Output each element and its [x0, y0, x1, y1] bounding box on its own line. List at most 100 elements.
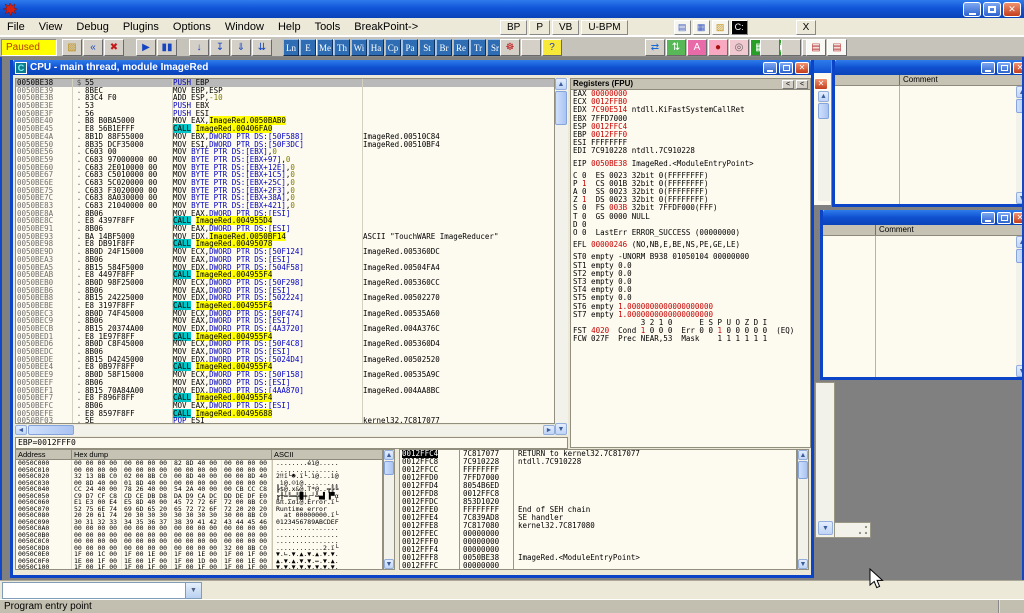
stack-row[interactable]: 0012FFD48054B6ED: [400, 482, 796, 490]
scroll-up-button[interactable]: ▲: [384, 450, 394, 460]
stack-row[interactable]: 0012FFEC00000000: [400, 530, 796, 538]
scroll-down-button[interactable]: ▼: [1016, 365, 1024, 377]
plugin-button-vb[interactable]: VB: [552, 20, 579, 35]
step-into-button[interactable]: ↓: [189, 39, 209, 56]
register-line[interactable]: O 0 LastErr ERROR_SUCCESS (00000000): [571, 229, 810, 237]
register-line[interactable]: FCW 027F Prec NEAR,53 Mask 1 1 1 1 1 1: [571, 335, 810, 343]
plugin-button-bp[interactable]: BP: [500, 20, 527, 35]
updown-arrows-button[interactable]: ⇅: [666, 39, 686, 56]
scroll-thumb[interactable]: [28, 425, 74, 435]
minimize-button[interactable]: [763, 62, 777, 74]
assembler-button[interactable]: A: [687, 39, 707, 56]
options-gear-button[interactable]: ☸: [500, 39, 520, 56]
command-input[interactable]: [3, 583, 185, 598]
scroll-up-button[interactable]: ▲: [1016, 236, 1024, 248]
scroll-up-button[interactable]: ▲: [818, 91, 829, 102]
blank-button[interactable]: [781, 39, 801, 56]
record-button[interactable]: ●: [708, 39, 728, 56]
close-button[interactable]: ✕: [795, 62, 809, 74]
restart-button[interactable]: «: [83, 39, 103, 56]
pane-button-cp[interactable]: Cp: [385, 39, 401, 56]
notes-icon[interactable]: ▤: [674, 20, 691, 35]
scroll-thumb[interactable]: [1016, 99, 1024, 113]
maximize-button[interactable]: [779, 62, 793, 74]
list-doc-button[interactable]: ▤: [827, 39, 847, 56]
pane-button-tr[interactable]: Tr: [470, 39, 486, 56]
spiral-button[interactable]: ◎: [729, 39, 749, 56]
menu-item-tools[interactable]: Tools: [308, 20, 348, 34]
register-line[interactable]: EFL 00000246 (NO,NB,E,BE,NS,PE,GE,LE): [571, 241, 810, 249]
comment-pane[interactable]: [823, 236, 1016, 377]
disasm-row[interactable]: 0050BE3E.53PUSH EBX: [16, 102, 554, 110]
pause-button[interactable]: ▮▮: [157, 39, 177, 56]
minimize-button[interactable]: [963, 2, 981, 17]
resize-grip[interactable]: [857, 524, 869, 536]
pane-button-br[interactable]: Br: [436, 39, 452, 56]
close-button[interactable]: ✕: [1013, 212, 1024, 224]
comment-pane[interactable]: [835, 86, 1016, 204]
stack-row[interactable]: 0012FFE0FFFFFFFFEnd of SEH chain: [400, 506, 796, 514]
pane-button-ln[interactable]: Ln: [283, 39, 299, 56]
folder-icon[interactable]: ▨: [712, 20, 729, 35]
swap-arrows-button[interactable]: ⇄: [645, 39, 665, 56]
appearance-button[interactable]: [521, 39, 541, 56]
help-button[interactable]: ?: [542, 39, 562, 56]
plugin-button-p[interactable]: P: [529, 20, 550, 35]
animate-over-button[interactable]: ⇊: [252, 39, 272, 56]
comment-window-middle-titlebar[interactable]: ✕: [823, 210, 1024, 225]
menu-item-plugins[interactable]: Plugins: [116, 20, 166, 34]
register-line[interactable]: EDI 7C910228 ntdll.7C910228: [571, 147, 810, 155]
register-line[interactable]: EIP 0050BE38 ImageRed.<ModuleEntryPoint>: [571, 160, 810, 168]
scroll-down-button[interactable]: ▼: [798, 559, 808, 569]
scroll-down-button[interactable]: ▼: [555, 423, 567, 435]
pane-button-me[interactable]: Me: [317, 39, 333, 56]
plugin-close-button[interactable]: X: [796, 20, 817, 35]
stack-row[interactable]: 0012FFF80050BE38ImageRed.<ModuleEntryPoi…: [400, 554, 796, 562]
menu-item-options[interactable]: Options: [166, 20, 218, 34]
pane-button-re[interactable]: Re: [453, 39, 469, 56]
scroll-left-button[interactable]: ◄: [15, 425, 27, 435]
pane-button-st[interactable]: St: [419, 39, 435, 56]
scroll-up-button[interactable]: ▲: [798, 450, 808, 460]
step-over-button[interactable]: ↧: [210, 39, 230, 56]
pane-button-pa[interactable]: Pa: [402, 39, 418, 56]
disasm-row[interactable]: 0050BE3B.83C4 F0ADD ESP,-10: [16, 94, 554, 102]
cpu-titlebar[interactable]: C CPU - main thread, module ImageRed ✕: [13, 60, 811, 75]
menu-item-help[interactable]: Help: [271, 20, 308, 34]
stack-row[interactable]: 0012FFF000000000: [400, 538, 796, 546]
menu-item-breakpoint[interactable]: BreakPoint->: [347, 20, 425, 34]
scroll-up-button[interactable]: ▲: [555, 78, 567, 90]
struct-doc-button[interactable]: ▤: [806, 39, 826, 56]
scroll-thumb[interactable]: [798, 461, 808, 479]
combobox-dropdown-button[interactable]: ▼: [185, 583, 201, 598]
scroll-down-button[interactable]: ▼: [1016, 192, 1024, 204]
scroll-down-button[interactable]: ▼: [818, 521, 833, 535]
registers-prev-button[interactable]: <: [782, 80, 794, 89]
menu-item-view[interactable]: View: [32, 20, 70, 34]
scroll-right-button[interactable]: ►: [543, 425, 555, 435]
scroll-thumb[interactable]: [555, 91, 567, 125]
stack-row[interactable]: 0012FFD80012FFC8: [400, 490, 796, 498]
comment-window-top-titlebar[interactable]: ✕: [835, 60, 1024, 75]
pane-button-ha[interactable]: Ha: [368, 39, 384, 56]
stack-row[interactable]: 0012FFE47C839AD8SE handler: [400, 514, 796, 522]
maximize-button[interactable]: [997, 212, 1011, 224]
disasm-row[interactable]: 0050BF03.5EPOP ESIkernel32.7C817077: [16, 417, 554, 424]
scroll-thumb[interactable]: [1016, 249, 1024, 263]
pane-button-wi[interactable]: Wi: [351, 39, 367, 56]
pane-button-th[interactable]: Th: [334, 39, 350, 56]
scroll-down-button[interactable]: ▼: [384, 559, 394, 569]
stack-row[interactable]: 0012FFFC00000000: [400, 562, 796, 570]
minimize-button[interactable]: [981, 62, 995, 74]
animate-into-button[interactable]: ⇓: [231, 39, 251, 56]
stack-row[interactable]: 0012FFCCFFFFFFFF: [400, 466, 796, 474]
registers-next-button[interactable]: <: [796, 80, 808, 89]
scroll-up-button[interactable]: ▲: [1016, 86, 1024, 98]
calculator-icon[interactable]: ▦: [693, 20, 710, 35]
close-button[interactable]: ✕: [1003, 2, 1021, 17]
hidden-window-close-button[interactable]: ✕: [814, 78, 828, 90]
open-file-button[interactable]: ▨: [62, 39, 82, 56]
scroll-thumb[interactable]: [384, 461, 394, 475]
menu-item-file[interactable]: File: [0, 20, 32, 34]
stack-row[interactable]: 0012FFC47C817077RETURN to kernel32.7C817…: [400, 450, 796, 458]
